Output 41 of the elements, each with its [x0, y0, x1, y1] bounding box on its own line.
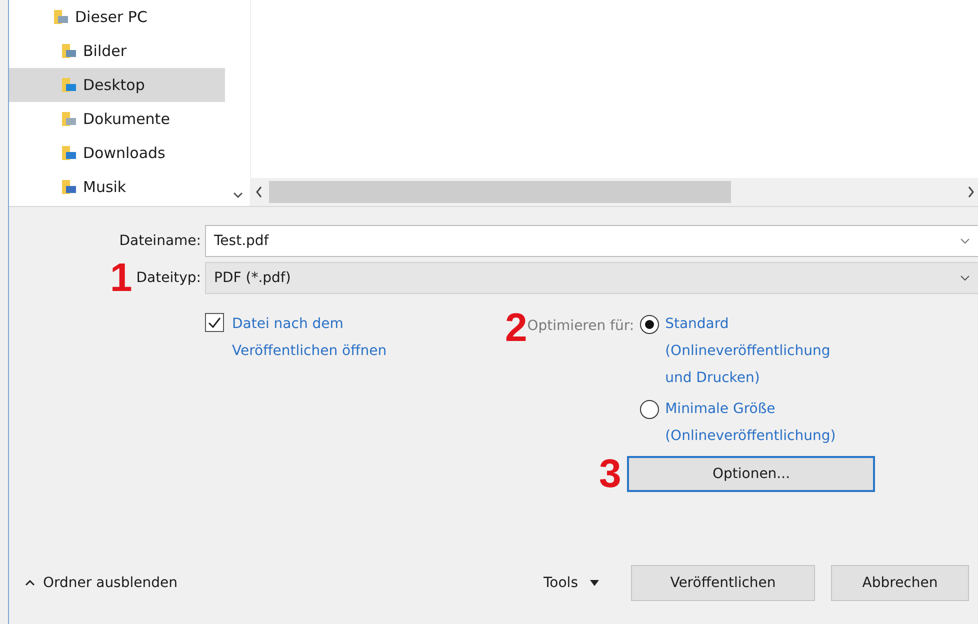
radio-button[interactable] — [640, 315, 660, 334]
radio-label[interactable]: Minimale Größe (Onlineveröffentlichung) — [665, 396, 844, 450]
options-button[interactable]: Optionen... — [627, 456, 876, 492]
nav-item[interactable]: Musik — [9, 170, 225, 204]
checkmark-icon — [208, 317, 221, 328]
folder-icon — [53, 9, 69, 25]
chevron-down-icon[interactable] — [232, 192, 242, 198]
caret-icon — [590, 580, 599, 586]
nav-item[interactable]: Desktop — [9, 68, 225, 102]
horizontal-scrollbar[interactable] — [251, 178, 978, 206]
folder-icon — [61, 43, 77, 59]
field-label: Dateityp: — [136, 270, 201, 286]
option-label: Optimieren für: — [527, 318, 634, 334]
checkbox-label[interactable]: Datei nach dem Veröffentlichen öffnen — [232, 311, 432, 365]
folder-icon — [61, 145, 77, 161]
annotation-number: 3 — [599, 457, 622, 491]
tools-menu[interactable]: Tools — [538, 574, 605, 592]
folder-icon — [61, 179, 77, 195]
folder-icon — [61, 111, 77, 127]
radio-button[interactable] — [640, 400, 660, 419]
hide-folders-button[interactable]: Ordner ausblenden — [19, 574, 184, 592]
nav-item[interactable]: Downloads — [9, 136, 225, 170]
annotation-number: 1 — [110, 261, 132, 295]
annotation-number: 2 — [505, 311, 528, 345]
checkbox[interactable] — [205, 313, 224, 332]
field-label: Dateiname: — [119, 233, 201, 249]
cancel-button[interactable]: Abbrechen — [831, 565, 969, 601]
nav-item[interactable]: Bilder — [9, 34, 225, 68]
file-type-dropdown[interactable]: PDF (*.pdf) — [205, 262, 978, 294]
chevron-up-icon — [25, 580, 35, 586]
scrollbar-thumb[interactable] — [269, 181, 731, 203]
file-name-field[interactable]: Test.pdf — [205, 225, 978, 257]
chevron-down-icon — [960, 275, 970, 281]
nav-item[interactable]: Dokumente — [9, 102, 225, 136]
radio-label[interactable]: Standard (Onlineveröffentlichung und Drucken) — [665, 311, 844, 392]
nav-item[interactable]: Dieser PC — [9, 0, 225, 34]
chevron-left-icon[interactable] — [255, 186, 263, 198]
chevron-right-icon[interactable] — [967, 186, 975, 198]
chevron-down-icon — [960, 238, 970, 244]
folder-icon — [61, 77, 77, 93]
publish-button[interactable]: Veröffentlichen — [631, 565, 815, 601]
